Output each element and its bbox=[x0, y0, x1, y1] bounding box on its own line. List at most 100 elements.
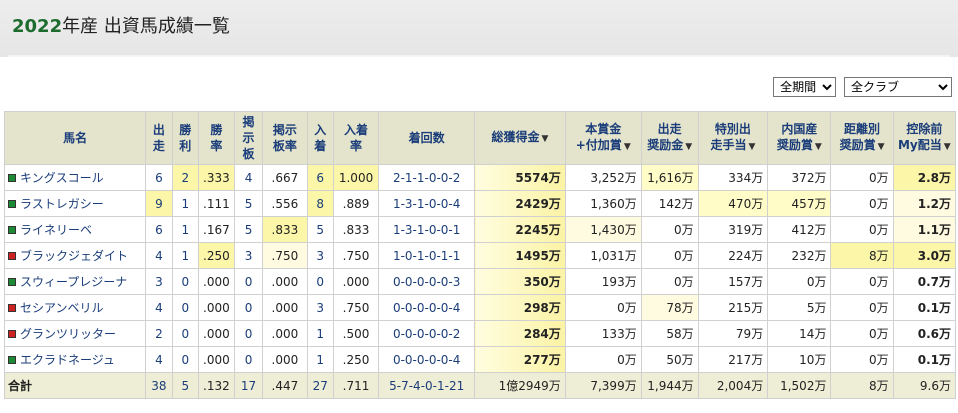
cell-total: 284万 bbox=[474, 320, 566, 347]
cell-placed: 1 bbox=[306, 320, 334, 347]
cell-record[interactable]: 0-0-0-0-0-2 bbox=[378, 320, 476, 347]
cell-board: 17 bbox=[233, 372, 264, 399]
horse-name-cell[interactable]: セシアンベリル bbox=[3, 294, 147, 321]
table-row: エクラドネージュ 4 0.000 0.000 1.250 0-0-0-0-0-4 277万 0… bbox=[3, 346, 957, 373]
horse-name-cell[interactable]: エクラドネージュ bbox=[3, 346, 147, 373]
cell-starts: 6 bbox=[145, 216, 173, 243]
cell-start_bonus: 142万 bbox=[640, 190, 699, 217]
cell-start_bonus: 1,616万 bbox=[640, 164, 699, 191]
horse-name-link[interactable]: セシアンベリル bbox=[20, 301, 104, 315]
silk-icon bbox=[8, 303, 16, 312]
cell-start_bonus: 0万 bbox=[640, 242, 699, 269]
col-header-1[interactable]: 出走 bbox=[145, 111, 173, 165]
cell-record[interactable]: 0-0-0-0-0-4 bbox=[378, 294, 476, 321]
col-header-14[interactable]: 距離別 奨励賞 ▼ bbox=[830, 111, 894, 165]
cell-record[interactable]: 1-3-1-0-0-1 bbox=[378, 216, 476, 243]
cell-boardrate: .000 bbox=[262, 294, 308, 321]
horse-name-cell[interactable]: スウィープレジーナ bbox=[3, 268, 147, 295]
cell-starts: 6 bbox=[145, 164, 173, 191]
sort-icon[interactable]: ▼ bbox=[815, 142, 822, 152]
table-row: ライネリーベ 6 1.167 5.833 5.833 1-3-1-0-0-1 2245万 1,… bbox=[3, 216, 957, 243]
cell-record: 5-7-4-0-1-21 bbox=[378, 372, 476, 399]
cell-domestic: 232万 bbox=[767, 242, 832, 269]
cell-placerate: .250 bbox=[332, 346, 380, 373]
col-header-10[interactable]: 本賞金 +付加賞 ▼ bbox=[564, 111, 642, 165]
cell-dividend: 3.0万 bbox=[892, 242, 957, 269]
sort-icon[interactable]: ▼ bbox=[944, 142, 951, 152]
cell-placerate: .833 bbox=[332, 216, 380, 243]
cell-winrate: .000 bbox=[197, 268, 235, 295]
table-row: ブラックジェダイト 4 1.250 3.750 3.750 1-0-1-0-1-1 1495… bbox=[3, 242, 957, 269]
cell-record[interactable]: 0-0-0-0-0-4 bbox=[378, 346, 476, 373]
horse-name-cell[interactable]: グランツリッター bbox=[3, 320, 147, 347]
sort-icon[interactable]: ▼ bbox=[624, 142, 631, 152]
cell-starts: 4 bbox=[145, 242, 173, 269]
cell-dividend: 0.6万 bbox=[892, 320, 957, 347]
cell-board: 0 bbox=[233, 320, 264, 347]
cell-start_bonus: 50万 bbox=[640, 346, 699, 373]
col-header-3[interactable]: 勝率 bbox=[197, 111, 235, 165]
horse-name-link[interactable]: グランツリッター bbox=[20, 327, 116, 341]
sort-icon[interactable]: ▼ bbox=[748, 142, 755, 152]
cell-dividend: 1.2万 bbox=[892, 190, 957, 217]
cell-start_bonus: 78万 bbox=[640, 294, 699, 321]
cell-total: 5574万 bbox=[474, 164, 566, 191]
horse-name-link[interactable]: エクラドネージュ bbox=[20, 353, 115, 367]
col-header-12[interactable]: 特別出 走手当 ▼ bbox=[697, 111, 769, 165]
sort-icon[interactable]: ▼ bbox=[542, 134, 549, 144]
cell-starts: 38 bbox=[145, 372, 173, 399]
cell-placed: 27 bbox=[306, 372, 334, 399]
period-select[interactable]: 全期間 bbox=[773, 77, 837, 97]
col-header-5[interactable]: 掲示 板率 bbox=[262, 111, 308, 165]
table-body: キングスコール 6 2.333 4.667 6 1.000 2-1-1-0-0-2 5574万… bbox=[3, 164, 957, 399]
col-header-0[interactable]: 馬名 bbox=[3, 111, 147, 165]
cell-special: 79万 bbox=[697, 320, 769, 347]
cell-placed: 8 bbox=[306, 190, 334, 217]
cell-domestic: 0万 bbox=[767, 268, 832, 295]
cell-domestic: 5万 bbox=[767, 294, 832, 321]
cell-record[interactable]: 1-0-1-0-1-1 bbox=[378, 242, 476, 269]
horse-name-cell[interactable]: キングスコール bbox=[3, 164, 147, 191]
col-header-4[interactable]: 掲示板 bbox=[233, 111, 264, 165]
silk-icon bbox=[8, 251, 16, 260]
col-header-13[interactable]: 内国産 奨励賞 ▼ bbox=[767, 111, 832, 165]
col-header-7[interactable]: 入着率 bbox=[332, 111, 380, 165]
cell-record[interactable]: 2-1-1-0-0-2 bbox=[378, 164, 476, 191]
cell-starts: 3 bbox=[145, 268, 173, 295]
sort-icon[interactable]: ▼ bbox=[685, 142, 692, 152]
cell-board: 0 bbox=[233, 346, 264, 373]
cell-starts: 9 bbox=[145, 190, 173, 217]
col-header-15[interactable]: 控除前 My配当 ▼ bbox=[892, 111, 957, 165]
cell-boardrate: .833 bbox=[262, 216, 308, 243]
horse-name-link[interactable]: スウィープレジーナ bbox=[20, 275, 127, 289]
cell-boardrate: .000 bbox=[262, 268, 308, 295]
horse-name-cell[interactable]: ライネリーベ bbox=[3, 216, 147, 243]
horse-name-link[interactable]: ライネリーベ bbox=[20, 223, 92, 237]
cell-domestic: 412万 bbox=[767, 216, 832, 243]
horse-name-cell[interactable]: ラストレガシー bbox=[3, 190, 147, 217]
silk-icon bbox=[8, 329, 16, 338]
cell-prize: 1,031万 bbox=[564, 242, 642, 269]
club-select[interactable]: 全クラブ bbox=[844, 77, 952, 97]
col-header-2[interactable]: 勝利 bbox=[171, 111, 199, 165]
title-divider bbox=[8, 55, 950, 57]
horse-name-link[interactable]: ラストレガシー bbox=[20, 197, 104, 211]
results-table: 馬名出走勝利勝率掲示板掲示 板率入着入着率着回数 総獲得金 ▼ 本賞金 +付加賞 ▼ 出走 奨励… bbox=[3, 111, 957, 399]
horse-name-cell: 合計 bbox=[3, 372, 147, 399]
col-header-8[interactable]: 着回数 bbox=[378, 111, 476, 165]
cell-special: 215万 bbox=[697, 294, 769, 321]
cell-record[interactable]: 1-3-1-0-0-4 bbox=[378, 190, 476, 217]
horse-name-link[interactable]: ブラックジェダイト bbox=[20, 249, 128, 263]
sort-icon[interactable]: ▼ bbox=[878, 142, 885, 152]
col-header-6[interactable]: 入着 bbox=[306, 111, 334, 165]
horse-name-cell[interactable]: ブラックジェダイト bbox=[3, 242, 147, 269]
col-header-9[interactable]: 総獲得金 ▼ bbox=[474, 111, 566, 165]
cell-placed: 5 bbox=[306, 216, 334, 243]
cell-dividend: 0.1万 bbox=[892, 346, 957, 373]
col-header-11[interactable]: 出走 奨励金 ▼ bbox=[640, 111, 699, 165]
cell-record[interactable]: 0-0-0-0-0-3 bbox=[378, 268, 476, 295]
cell-board: 5 bbox=[233, 190, 264, 217]
cell-dividend: 2.8万 bbox=[892, 164, 957, 191]
horse-name-link[interactable]: キングスコール bbox=[20, 171, 104, 185]
page-title: 2022年産 出資馬成績一覧 bbox=[12, 12, 230, 38]
